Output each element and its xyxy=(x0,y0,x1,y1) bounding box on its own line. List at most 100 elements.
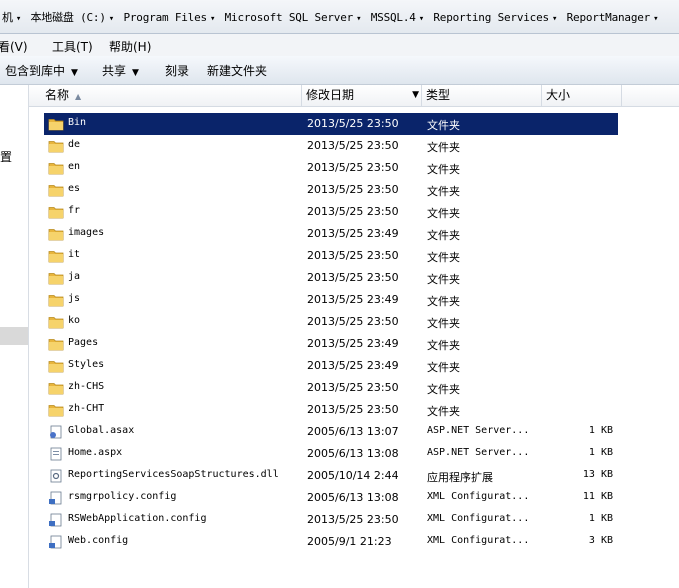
column-date[interactable]: 修改日期 ▼ xyxy=(302,85,422,106)
file-name: ko xyxy=(68,315,81,326)
chevron-down-icon[interactable]: ▾ xyxy=(418,14,425,24)
file-size: 1 KB xyxy=(588,447,613,458)
column-date-label: 修改日期 xyxy=(306,88,355,102)
file-row[interactable]: Pages 2013/5/25 23:49 文件夹 xyxy=(0,333,679,355)
file-row[interactable]: rsmgrpolicy.config 2005/6/13 13:08 XML Con… xyxy=(0,487,679,509)
file-date: 2013/5/25 23:50 xyxy=(307,513,399,526)
file-row[interactable]: es 2013/5/25 23:50 文件夹 xyxy=(0,179,679,201)
include-in-library-label: 包含到库中 xyxy=(5,64,66,78)
file-date: 2013/5/25 23:50 xyxy=(307,249,399,262)
column-name-label: 名称 xyxy=(45,88,70,102)
breadcrumb-local-disk[interactable]: 本地磁盘 (C:) xyxy=(28,11,107,24)
breadcrumb-sql-server[interactable]: Microsoft SQL Server xyxy=(223,11,355,24)
burn-button[interactable]: 刻录 xyxy=(165,62,189,79)
file-type: ASP.NET Server... xyxy=(427,425,530,436)
file-date: 2005/6/13 13:08 xyxy=(307,447,399,460)
column-size[interactable]: 大小 xyxy=(542,85,622,106)
file-type: 文件夹 xyxy=(427,163,460,176)
menu-tools[interactable]: 工具(T) xyxy=(52,38,93,55)
file-row[interactable]: RSWebApplication.config 2013/5/25 23:50 XM… xyxy=(0,509,679,531)
share-button[interactable]: 共享 ▼ xyxy=(102,62,139,79)
folder-icon xyxy=(48,183,64,197)
file-name: Web.config xyxy=(68,535,129,546)
command-toolbar: 包含到库中 ▼ 共享 ▼ 刻录 新建文件夹 xyxy=(0,56,679,85)
breadcrumb-computer[interactable]: 机 xyxy=(0,11,15,24)
menu-help[interactable]: 帮助(H) xyxy=(109,38,151,55)
file-date: 2005/9/1 21:23 xyxy=(307,535,392,548)
file-row[interactable]: ko 2013/5/25 23:50 文件夹 xyxy=(0,311,679,333)
chevron-down-icon[interactable]: ▾ xyxy=(355,14,362,24)
file-row[interactable]: ReportingServicesSoapStructures.dll 2005/… xyxy=(0,465,679,487)
file-row[interactable]: en 2013/5/25 23:50 文件夹 xyxy=(0,157,679,179)
file-type: 文件夹 xyxy=(427,273,460,286)
file-name: Bin xyxy=(68,117,87,128)
column-type-label: 类型 xyxy=(426,88,451,102)
folder-icon xyxy=(48,359,64,373)
file-row[interactable]: ja 2013/5/25 23:50 文件夹 xyxy=(0,267,679,289)
file-name: Home.aspx xyxy=(68,447,123,458)
file-date: 2013/5/25 23:50 xyxy=(307,139,399,152)
file-date: 2013/5/25 23:50 xyxy=(307,403,399,416)
breadcrumb-reporting-services[interactable]: Reporting Services xyxy=(431,11,551,24)
file-date: 2005/6/13 13:08 xyxy=(307,491,399,504)
file-type: 文件夹 xyxy=(427,361,460,374)
file-row[interactable]: Bin 2013/5/25 23:50 文件夹 xyxy=(0,113,679,135)
chevron-down-icon[interactable]: ▾ xyxy=(551,14,558,24)
file-name: ReportingServicesSoapStructures.dll xyxy=(68,469,279,480)
file-date: 2013/5/25 23:50 xyxy=(307,183,399,196)
file-name: es xyxy=(68,183,81,194)
folder-icon xyxy=(48,315,64,329)
chevron-down-icon[interactable]: ▾ xyxy=(209,14,216,24)
folder-icon xyxy=(48,403,64,417)
config-file-icon xyxy=(48,513,64,527)
file-type: 文件夹 xyxy=(427,251,460,264)
folder-icon xyxy=(48,117,64,131)
file-type: 文件夹 xyxy=(427,119,460,132)
file-row[interactable]: images 2013/5/25 23:49 文件夹 xyxy=(0,223,679,245)
breadcrumb-mssql4[interactable]: MSSQL.4 xyxy=(369,11,418,24)
file-row[interactable]: fr 2013/5/25 23:50 文件夹 xyxy=(0,201,679,223)
file-row[interactable]: Home.aspx 2005/6/13 13:08 ASP.NET Server..… xyxy=(0,443,679,465)
sort-ascending-icon: ▲ xyxy=(75,92,82,101)
file-size: 3 KB xyxy=(588,535,613,546)
file-type: XML Configurat... xyxy=(427,535,530,546)
column-type[interactable]: 类型 xyxy=(422,85,542,106)
folder-icon xyxy=(48,293,64,307)
folder-icon xyxy=(48,139,64,153)
column-name[interactable]: 名称 ▲ xyxy=(41,85,302,106)
file-row[interactable]: de 2013/5/25 23:50 文件夹 xyxy=(0,135,679,157)
file-name: ja xyxy=(68,271,81,282)
file-date: 2005/6/13 13:07 xyxy=(307,425,399,438)
file-name: RSWebApplication.config xyxy=(68,513,207,524)
file-row[interactable]: zh-CHT 2013/5/25 23:50 文件夹 xyxy=(0,399,679,421)
folder-icon xyxy=(48,161,64,175)
folder-icon xyxy=(48,205,64,219)
breadcrumb-program-files[interactable]: Program Files xyxy=(121,11,209,24)
file-type: 文件夹 xyxy=(427,383,460,396)
file-row[interactable]: zh-CHS 2013/5/25 23:50 文件夹 xyxy=(0,377,679,399)
include-in-library-button[interactable]: 包含到库中 ▼ xyxy=(5,62,78,79)
file-row[interactable]: js 2013/5/25 23:49 文件夹 xyxy=(0,289,679,311)
file-name: js xyxy=(68,293,81,304)
file-row[interactable]: Styles 2013/5/25 23:49 文件夹 xyxy=(0,355,679,377)
chevron-down-icon: ▼ xyxy=(132,68,139,78)
chevron-down-icon[interactable]: ▾ xyxy=(652,14,659,24)
file-date: 2013/5/25 23:49 xyxy=(307,359,399,372)
address-bar[interactable]: 机 ▾ 本地磁盘 (C:) ▾ Program Files ▾ Microsoft S… xyxy=(0,0,679,34)
file-date: 2013/5/25 23:50 xyxy=(307,271,399,284)
menu-view[interactable]: 查看(V) xyxy=(0,38,28,55)
file-row[interactable]: it 2013/5/25 23:50 文件夹 xyxy=(0,245,679,267)
share-label: 共享 xyxy=(102,64,127,78)
file-type: 文件夹 xyxy=(427,339,460,352)
file-row[interactable]: Global.asax 2005/6/13 13:07 ASP.NET Server… xyxy=(0,421,679,443)
file-date: 2013/5/25 23:50 xyxy=(307,117,399,130)
aspx-file-icon xyxy=(48,447,64,461)
breadcrumb-reportmanager[interactable]: ReportManager xyxy=(565,11,653,24)
file-row[interactable]: Web.config 2005/9/1 21:23 XML Configurat..… xyxy=(0,531,679,553)
column-filter-dropdown-icon[interactable]: ▼ xyxy=(412,85,419,106)
file-date: 2013/5/25 23:50 xyxy=(307,205,399,218)
chevron-down-icon[interactable]: ▾ xyxy=(108,14,115,24)
file-size: 1 KB xyxy=(588,513,613,524)
new-folder-button[interactable]: 新建文件夹 xyxy=(207,62,267,79)
chevron-down-icon[interactable]: ▾ xyxy=(15,14,22,24)
